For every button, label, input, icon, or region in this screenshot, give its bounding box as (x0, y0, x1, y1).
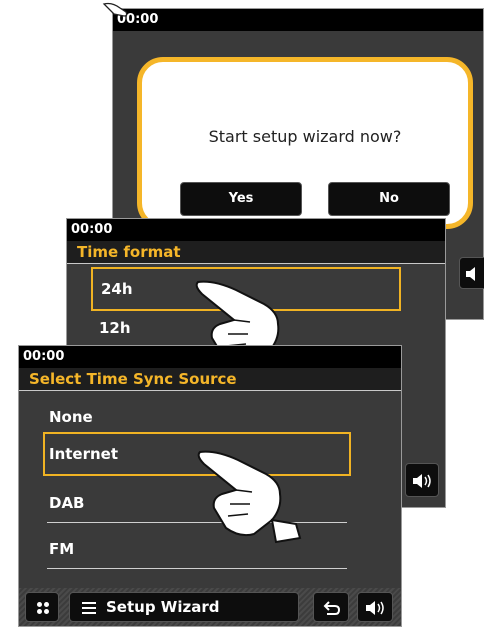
time-format-title: Time format (67, 241, 445, 264)
volume-button[interactable] (357, 592, 393, 622)
setup-wizard-label: Setup Wizard (106, 598, 220, 616)
yes-button-label: Yes (228, 191, 254, 206)
volume-icon (366, 601, 384, 615)
no-button[interactable]: No (328, 182, 450, 216)
sync-option-none[interactable]: None (49, 408, 93, 426)
time-format-clock: 00:00 (71, 222, 113, 237)
wizard-message: Start setup wizard now? (208, 127, 402, 146)
divider (47, 568, 347, 569)
time-sync-bottom-bar: Setup Wizard (19, 588, 401, 626)
time-format-option-label: 24h (101, 280, 133, 298)
yes-button[interactable]: Yes (180, 182, 302, 216)
sync-option-fm[interactable]: FM (49, 540, 74, 558)
time-format-status-bar: 00:00 (67, 219, 445, 241)
time-format-option-12h[interactable]: 12h (99, 319, 131, 337)
home-icon (37, 602, 49, 614)
menu-icon (82, 602, 96, 614)
sync-option-label: Internet (49, 445, 119, 463)
time-sync-clock: 00:00 (23, 349, 65, 364)
volume-icon (466, 267, 475, 281)
wizard-volume-button[interactable] (459, 257, 484, 289)
pointing-hand-icon (197, 450, 302, 544)
back-button[interactable] (313, 592, 349, 622)
setup-wizard-menu-button[interactable]: Setup Wizard (69, 592, 299, 622)
pointing-hand-icon (102, 2, 128, 17)
time-format-volume-button[interactable] (405, 463, 439, 497)
time-sync-title: Select Time Sync Source (19, 368, 401, 391)
no-button-label: No (379, 191, 399, 206)
sync-option-dab[interactable]: DAB (49, 494, 85, 512)
wizard-dialog: Start setup wizard now? Yes No (137, 57, 473, 229)
home-button[interactable] (25, 592, 59, 622)
wizard-status-bar: 00:00 (113, 9, 483, 31)
back-icon (323, 601, 341, 615)
time-sync-status-bar: 00:00 (19, 346, 401, 368)
volume-icon (413, 474, 431, 488)
